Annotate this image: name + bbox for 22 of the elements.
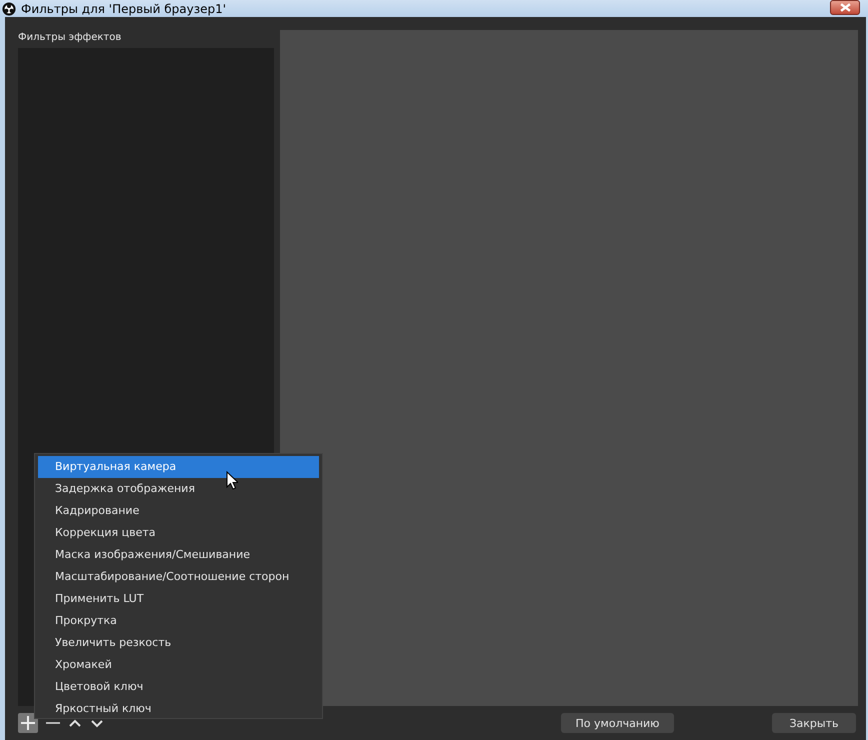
- menu-item[interactable]: Задержка отображения: [38, 478, 319, 500]
- close-icon: [840, 3, 850, 12]
- app-logo-icon: [2, 2, 16, 16]
- menu-item[interactable]: Коррекция цвета: [38, 522, 319, 544]
- menu-item[interactable]: Кадрирование: [38, 500, 319, 522]
- effects-filters-label: Фильтры эффектов: [18, 31, 122, 45]
- menu-item[interactable]: Хромакей: [38, 654, 319, 676]
- close-button[interactable]: [830, 0, 860, 15]
- menu-item[interactable]: Масштабирование/Соотношение сторон: [38, 566, 319, 588]
- menu-item[interactable]: Цветовой ключ: [38, 676, 319, 698]
- window-title: Фильтры для 'Первый браузер1': [21, 2, 226, 16]
- add-button[interactable]: [18, 713, 38, 733]
- menu-item[interactable]: Маска изображения/Смешивание: [38, 544, 319, 566]
- menu-item[interactable]: Яркостный ключ: [38, 698, 319, 718]
- menu-item[interactable]: Применить LUT: [38, 588, 319, 610]
- close-dialog-button[interactable]: Закрыть: [772, 713, 856, 733]
- menu-item[interactable]: Увеличить резкость: [38, 632, 319, 654]
- mouse-pointer-icon: [226, 471, 238, 490]
- defaults-button[interactable]: По умолчанию: [561, 713, 674, 733]
- add-icon: [21, 716, 35, 730]
- menu-item[interactable]: Виртуальная камера: [38, 456, 319, 478]
- menu-item[interactable]: Прокрутка: [38, 610, 319, 632]
